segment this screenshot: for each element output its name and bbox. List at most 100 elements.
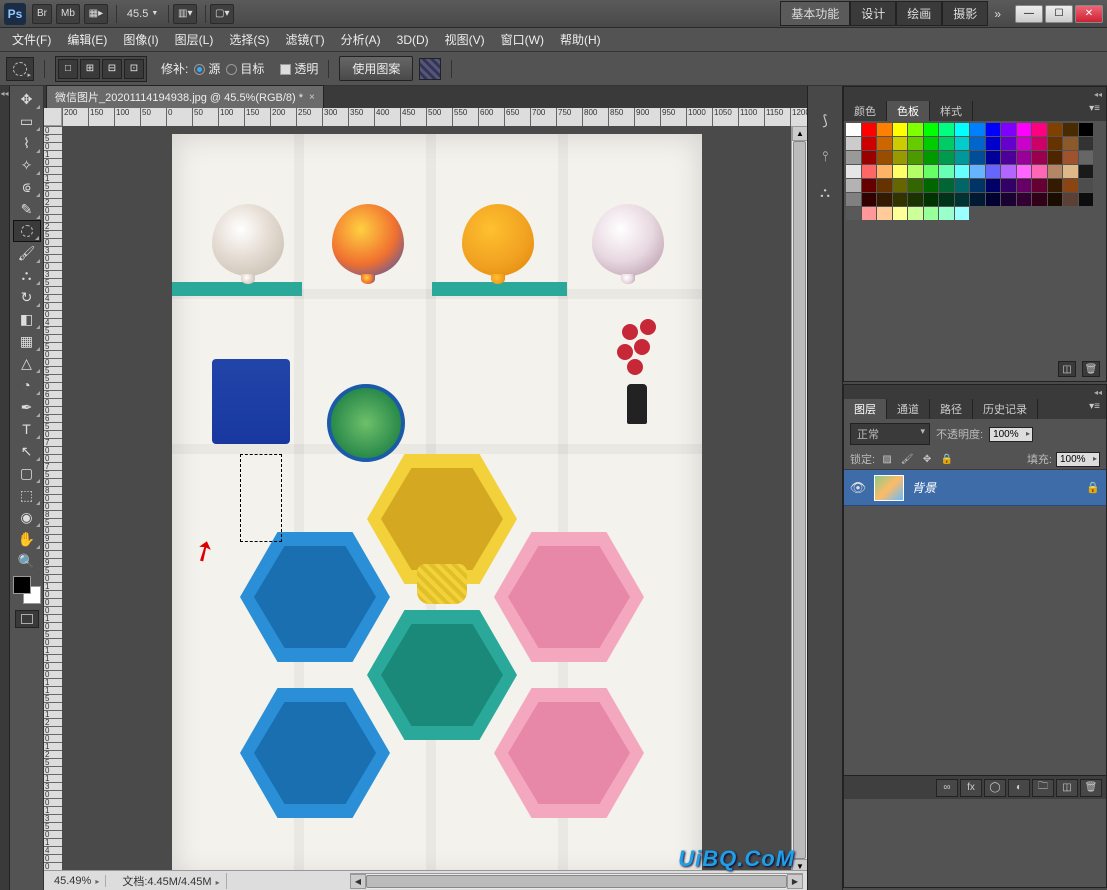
swatch[interactable] <box>1017 123 1032 136</box>
swatch[interactable] <box>1079 179 1094 192</box>
menu-image[interactable]: 图像(I) <box>115 28 166 51</box>
swatch[interactable] <box>1017 165 1032 178</box>
new-layer-button[interactable]: ◫ <box>1056 779 1078 797</box>
swatch[interactable] <box>1017 193 1032 206</box>
close-button[interactable]: ✕ <box>1075 5 1103 23</box>
canvas[interactable]: ➚ UiBQ.CoM ▲ ▼ <box>62 126 807 890</box>
layer-style-button[interactable]: fx <box>960 779 982 797</box>
gradient-tool[interactable]: ▦ <box>13 330 41 352</box>
swatch[interactable] <box>939 137 954 150</box>
swatch[interactable] <box>1001 123 1016 136</box>
use-pattern-button[interactable]: 使用图案 <box>339 56 413 81</box>
lock-position-icon[interactable]: ✥ <box>919 451 935 467</box>
panel-collapse-icon[interactable]: ◂◂ <box>1094 388 1102 397</box>
maximize-button[interactable]: ☐ <box>1045 5 1073 23</box>
swatch[interactable] <box>1048 179 1063 192</box>
swatch[interactable] <box>908 151 923 164</box>
swatch[interactable] <box>1001 151 1016 164</box>
swatch[interactable] <box>877 179 892 192</box>
swatch[interactable] <box>877 193 892 206</box>
type-tool[interactable]: T <box>13 418 41 440</box>
panel-collapse-icon[interactable]: ◂◂ <box>1094 90 1102 99</box>
swatch[interactable] <box>862 193 877 206</box>
scroll-up[interactable]: ▲ <box>792 126 807 141</box>
menu-analysis[interactable]: 分析(A) <box>333 28 389 51</box>
swatch[interactable] <box>939 207 954 220</box>
hand-tool[interactable]: ✋ <box>13 528 41 550</box>
swatch[interactable] <box>924 179 939 192</box>
swatch[interactable] <box>1048 165 1063 178</box>
swatch[interactable] <box>893 207 908 220</box>
swatch[interactable] <box>924 207 939 220</box>
workspace-photo[interactable]: 摄影 <box>942 1 988 26</box>
blend-mode-dropdown[interactable]: 正常 <box>850 423 930 445</box>
opacity-input[interactable]: 100% <box>989 427 1033 442</box>
swatch[interactable] <box>846 137 861 150</box>
swatch[interactable] <box>970 137 985 150</box>
workspace-more[interactable]: » <box>988 4 1007 24</box>
swatch[interactable] <box>986 123 1001 136</box>
swatch[interactable] <box>1063 151 1078 164</box>
swatch[interactable] <box>939 123 954 136</box>
swatch[interactable] <box>1001 137 1016 150</box>
swatch[interactable] <box>862 137 877 150</box>
stamp-tool[interactable]: ⛬ <box>13 264 41 286</box>
swatch[interactable] <box>877 207 892 220</box>
lock-all-icon[interactable]: 🔒 <box>939 451 955 467</box>
tab-styles[interactable]: 样式 <box>930 101 973 121</box>
swatch[interactable] <box>939 151 954 164</box>
minibridge-button[interactable]: Mb <box>56 4 80 24</box>
swatch[interactable] <box>877 123 892 136</box>
menu-filter[interactable]: 滤镜(T) <box>277 28 332 51</box>
swatch[interactable] <box>893 179 908 192</box>
swatch[interactable] <box>1063 179 1078 192</box>
document-tab[interactable]: 微信图片_20201114194938.jpg @ 45.5%(RGB/8) *… <box>46 85 324 108</box>
menu-view[interactable]: 视图(V) <box>437 28 493 51</box>
swatch[interactable] <box>924 123 939 136</box>
new-swatch-button[interactable]: ◫ <box>1058 361 1076 377</box>
lock-pixels-icon[interactable]: 🖌 <box>899 451 915 467</box>
swatch[interactable] <box>908 137 923 150</box>
move-tool[interactable]: ✥ <box>13 88 41 110</box>
swatch[interactable] <box>893 165 908 178</box>
workspace-design[interactable]: 设计 <box>850 1 896 26</box>
swatch[interactable] <box>924 151 939 164</box>
visibility-icon[interactable]: 👁 <box>850 480 866 496</box>
scrollbar-horizontal[interactable]: ◀ ▶ <box>350 873 803 889</box>
swatch[interactable] <box>846 151 861 164</box>
swatch[interactable] <box>862 165 877 178</box>
layer-name[interactable]: 背景 <box>912 479 1078 496</box>
swatch[interactable] <box>1079 165 1094 178</box>
dock-clone-icon[interactable]: ⛬ <box>812 180 838 204</box>
scroll-right[interactable]: ▶ <box>787 874 803 889</box>
dodge-tool[interactable]: ◔ <box>13 374 41 396</box>
arrange-button[interactable]: ▥▾ <box>173 4 197 24</box>
swatch[interactable] <box>955 151 970 164</box>
dock-brushpreset-icon[interactable]: ⫯ <box>812 144 838 168</box>
swatch[interactable] <box>1001 179 1016 192</box>
patch-tool[interactable] <box>13 220 41 242</box>
menu-file[interactable]: 文件(F) <box>4 28 59 51</box>
swatch[interactable] <box>955 207 970 220</box>
swatch[interactable] <box>970 123 985 136</box>
ruler-vertical[interactable]: 0501001502002503003504004505005506006507… <box>44 126 62 890</box>
swatch[interactable] <box>986 179 1001 192</box>
menu-select[interactable]: 选择(S) <box>221 28 277 51</box>
swatch[interactable] <box>1032 123 1047 136</box>
swatch[interactable] <box>1079 123 1094 136</box>
layer-thumbnail[interactable] <box>874 475 904 501</box>
selection-intersect[interactable]: ⊡ <box>124 59 144 79</box>
eyedropper-tool[interactable]: ✎ <box>13 198 41 220</box>
film-button[interactable]: ▦▸ <box>84 4 108 24</box>
swatch[interactable] <box>846 165 861 178</box>
swatch[interactable] <box>1001 165 1016 178</box>
swatch[interactable] <box>862 123 877 136</box>
swatch[interactable] <box>939 193 954 206</box>
layer-row-background[interactable]: 👁 背景 🔒 <box>844 470 1106 506</box>
swatch[interactable] <box>877 165 892 178</box>
swatch[interactable] <box>970 151 985 164</box>
ruler-horizontal[interactable]: 2001501005005010015020025030035040045050… <box>62 108 807 126</box>
swatch[interactable] <box>908 123 923 136</box>
pen-tool[interactable]: ✒ <box>13 396 41 418</box>
menu-help[interactable]: 帮助(H) <box>552 28 609 51</box>
